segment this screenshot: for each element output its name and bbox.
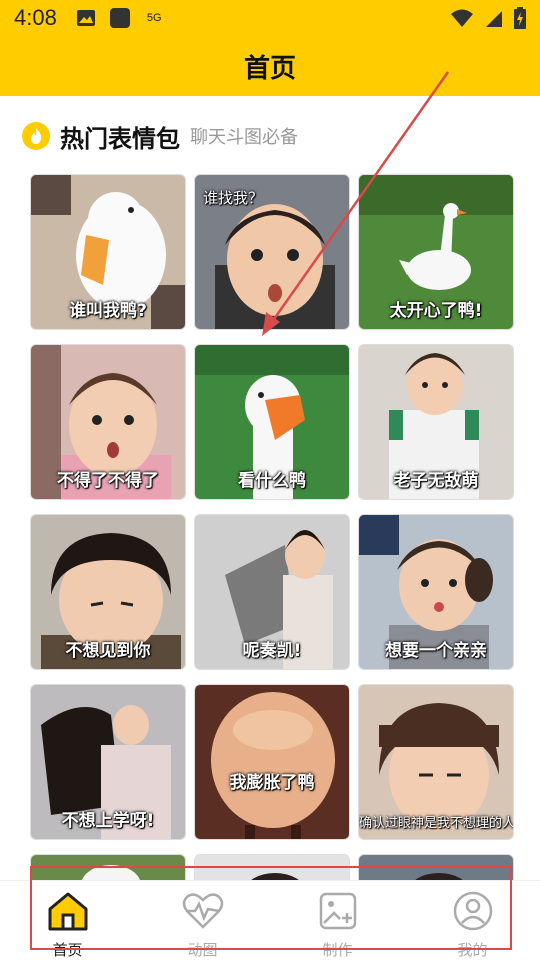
- sticker-caption: 老子无敌萌: [393, 471, 479, 491]
- bottom-tab-bar: 首页 动图 制作 我的: [0, 880, 540, 960]
- tab-me[interactable]: 我的: [405, 881, 540, 960]
- battery-icon: [514, 7, 526, 29]
- gallery-notification-icon: [76, 10, 95, 26]
- sticker-card[interactable]: 看什么鸭: [194, 344, 350, 500]
- sticker-card[interactable]: 不得了不得了: [30, 344, 186, 500]
- sticker-caption: 看什么鸭: [238, 471, 306, 491]
- tab-label: 制作: [322, 941, 353, 959]
- section-header: 热门表情包 聊天斗图必备: [22, 118, 298, 154]
- signal-icon: [486, 11, 502, 27]
- sticker-caption: 不想见到你: [65, 641, 151, 661]
- tab-create[interactable]: 制作: [270, 881, 405, 960]
- sticker-card[interactable]: 太开心了鸭!: [358, 174, 514, 330]
- sticker-card[interactable]: 我膨胀了鸭: [194, 684, 350, 840]
- tab-home[interactable]: 首页: [0, 881, 135, 960]
- tab-label: 动图: [187, 941, 218, 959]
- sticker-caption: 呢奏凯!: [242, 641, 302, 661]
- network-type: 5G: [146, 12, 162, 24]
- sticker-caption: 太开心了鸭!: [389, 301, 483, 321]
- sticker-card[interactable]: 不想上学呀!: [30, 684, 186, 840]
- sticker-caption: 确认过眼神是我不想理的人: [359, 816, 514, 831]
- image-add-icon: [319, 892, 356, 930]
- wifi-icon: [451, 9, 473, 27]
- tab-label: 首页: [52, 941, 83, 959]
- sticker-card[interactable]: 老子无敌萌: [358, 344, 514, 500]
- sticker-card[interactable]: 谁叫我鸭?: [30, 174, 186, 330]
- sticker-caption: 谁找我？: [203, 189, 264, 207]
- fire-icon: [22, 122, 50, 150]
- sticker-caption: 想要一个亲亲: [385, 641, 487, 661]
- sticker-caption: 不想上学呀!: [61, 811, 155, 831]
- sticker-caption: 谁叫我鸭?: [69, 301, 147, 321]
- section-title: 热门表情包: [60, 124, 180, 153]
- sticker-card[interactable]: 呢奏凯!: [194, 514, 350, 670]
- heartbeat-icon: [182, 893, 223, 929]
- app-notification-icon: [109, 8, 130, 28]
- tab-gif[interactable]: 动图: [135, 881, 270, 960]
- home-icon: [48, 892, 87, 931]
- sticker-card[interactable]: 确认过眼神是我不想理的人: [358, 684, 514, 840]
- sticker-caption: 不得了不得了: [57, 471, 159, 491]
- sticker-card[interactable]: 不想见到你: [30, 514, 186, 670]
- sticker-card[interactable]: 想要一个亲亲: [358, 514, 514, 670]
- user-icon: [453, 891, 492, 931]
- page-title: 首页: [243, 53, 296, 84]
- status-time: 4:08: [14, 5, 57, 30]
- tab-label: 我的: [457, 941, 488, 959]
- section-subtitle: 聊天斗图必备: [190, 127, 298, 148]
- app-header: 首页: [0, 36, 540, 96]
- status-bar: 4:08 5G: [0, 0, 540, 36]
- sticker-card[interactable]: 谁找我？: [194, 174, 350, 330]
- sticker-caption: 我膨胀了鸭: [229, 773, 315, 793]
- sticker-image: [195, 685, 349, 839]
